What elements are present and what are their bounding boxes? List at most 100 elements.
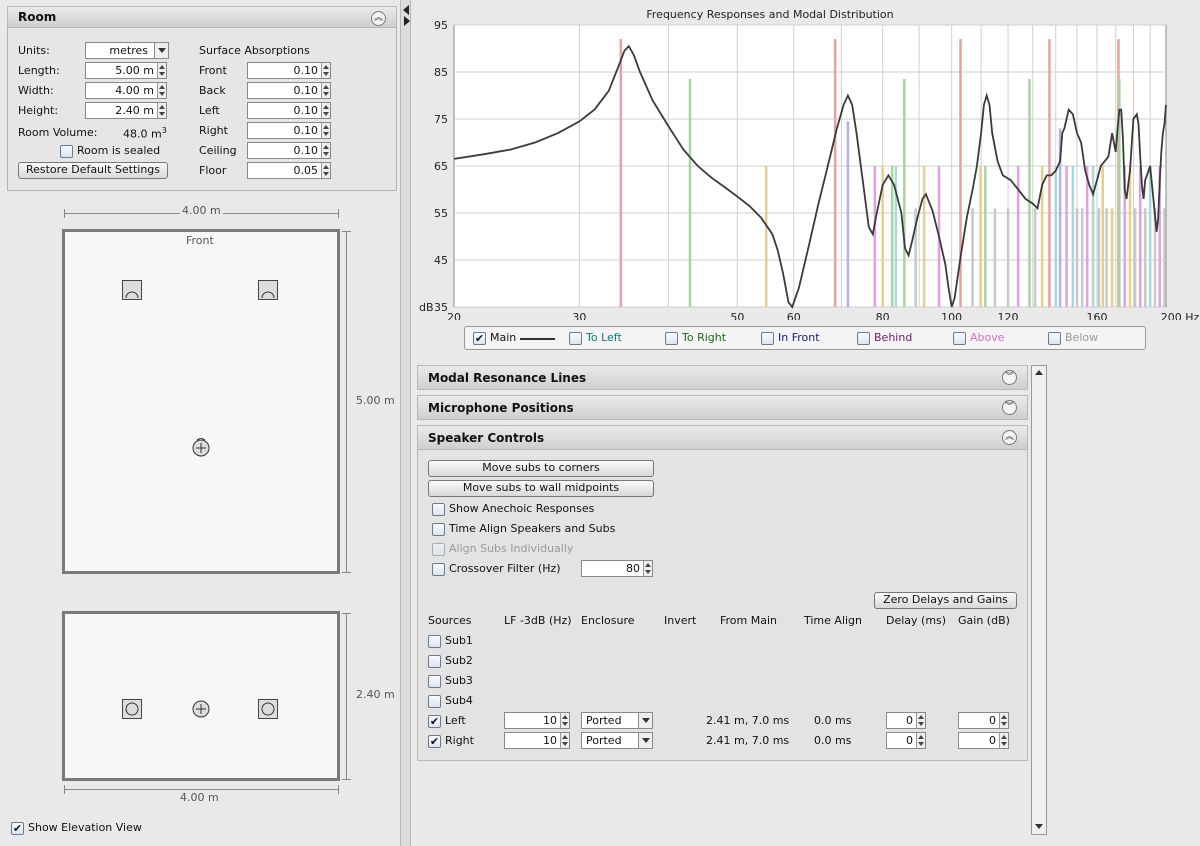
panels-scrollbar[interactable] (1031, 365, 1047, 835)
height-input[interactable]: 2.40 m (85, 102, 167, 119)
absorption-input-back[interactable]: 0.10 (247, 82, 331, 99)
source-right-enclosure-select[interactable]: Ported (581, 732, 653, 749)
absorption-input-floor[interactable]: 0.05 (247, 162, 331, 179)
source-left-checkbox[interactable]: ✔ (428, 715, 441, 728)
crossover-checkbox[interactable] (432, 563, 445, 576)
source-left-gain-input[interactable]: 0 (958, 712, 1009, 729)
time-align-checkbox[interactable] (432, 523, 445, 536)
right-speaker-elev-icon[interactable] (258, 699, 278, 719)
legend-below-checkbox[interactable] (1048, 332, 1061, 345)
plan-width-dim: 4.00 m (180, 204, 223, 217)
show-elevation-label: Show Elevation View (28, 821, 142, 834)
restore-defaults-button[interactable]: Restore Default Settings (18, 162, 168, 179)
listener-plan-icon[interactable] (191, 437, 211, 458)
source-sub3-label: Sub3 (445, 674, 473, 687)
source-left-lf-input[interactable]: 10 (504, 712, 570, 729)
absorption-stepper-icon[interactable] (321, 63, 330, 78)
zero-delays-gains-button[interactable]: Zero Delays and Gains (874, 592, 1017, 609)
show-elevation-checkbox[interactable]: ✔ (11, 822, 24, 835)
source-right-checkbox[interactable]: ✔ (428, 735, 441, 748)
splitter-collapse-left-icon[interactable] (403, 5, 409, 15)
speaker-controls-panel-header[interactable]: Speaker Controls (417, 425, 1028, 450)
absorption-stepper-icon[interactable] (321, 163, 330, 178)
chevron-down-icon[interactable] (638, 713, 652, 728)
legend-above-checkbox[interactable] (953, 332, 966, 345)
source-sub1-checkbox[interactable] (428, 635, 441, 648)
absorption-label-floor: Floor (199, 164, 227, 177)
legend-main-checkbox[interactable]: ✔ (473, 332, 486, 345)
x-tick-label: 160 (1087, 311, 1108, 320)
chevron-down-icon[interactable] (154, 43, 168, 58)
plan-length-dim-tick-bottom (342, 572, 351, 573)
absorption-input-left[interactable]: 0.10 (247, 102, 331, 119)
source-sub3-checkbox[interactable] (428, 675, 441, 688)
width-value: 4.00 m (115, 84, 154, 97)
legend-to-left-checkbox[interactable] (569, 332, 582, 345)
lf-stepper-icon[interactable] (560, 713, 569, 728)
absorption-input-ceiling[interactable]: 0.10 (247, 142, 331, 159)
room-collapse-icon[interactable]: ︽ (371, 11, 386, 26)
delay-stepper-icon[interactable] (916, 733, 925, 748)
right-speaker-plan-icon[interactable] (258, 280, 278, 300)
length-label: Length: (18, 64, 60, 77)
chevron-down-icon[interactable] (638, 733, 652, 748)
absorption-stepper-icon[interactable] (321, 103, 330, 118)
source-right-lf-input[interactable]: 10 (504, 732, 570, 749)
room-elevation-view[interactable] (62, 611, 340, 781)
source-left-enclosure-select[interactable]: Ported (581, 712, 653, 729)
y-tick-label: 45 (434, 254, 448, 267)
chart-title: Frequency Responses and Modal Distributi… (646, 8, 893, 21)
absorption-input-right[interactable]: 0.10 (247, 122, 331, 139)
legend-below-label: Below (1065, 331, 1099, 344)
lf-stepper-icon[interactable] (560, 733, 569, 748)
modal-lines-panel-header[interactable]: Modal Resonance Lines (417, 365, 1028, 390)
legend-to-right-checkbox[interactable] (665, 332, 678, 345)
plan-length-dim: 5.00 m (356, 394, 395, 407)
col-header-0: Sources (428, 614, 472, 627)
mic-positions-panel-header[interactable]: Microphone Positions (417, 395, 1028, 420)
absorption-input-front[interactable]: 0.10 (247, 62, 331, 79)
splitter[interactable] (400, 0, 411, 846)
length-input[interactable]: 5.00 m (85, 62, 167, 79)
source-right-time-align: 0.0 ms (814, 734, 852, 747)
show-anechoic-checkbox[interactable] (432, 503, 445, 516)
absorption-stepper-icon[interactable] (321, 123, 330, 138)
frequency-response-chart[interactable]: Frequency Responses and Modal Distributi… (411, 0, 1200, 320)
col-header-3: Invert (664, 614, 697, 627)
room-sealed-checkbox[interactable] (60, 145, 73, 158)
col-header-5: Time Align (804, 614, 863, 627)
scroll-down-icon[interactable] (1035, 824, 1043, 829)
source-right-gain-input[interactable]: 0 (958, 732, 1009, 749)
source-sub4-checkbox[interactable] (428, 695, 441, 708)
gain-stepper-icon[interactable] (999, 733, 1008, 748)
listener-elev-icon[interactable] (191, 699, 211, 719)
crossover-input[interactable]: 80 (581, 560, 653, 577)
left-speaker-plan-icon[interactable] (122, 280, 142, 300)
delay-stepper-icon[interactable] (916, 713, 925, 728)
legend-in-front-checkbox[interactable] (761, 332, 774, 345)
speaker-controls-collapse-icon[interactable]: ︽ (1002, 430, 1017, 445)
width-stepper-icon[interactable] (157, 83, 166, 98)
width-input[interactable]: 4.00 m (85, 82, 167, 99)
source-left-delay-input[interactable]: 0 (886, 712, 926, 729)
height-stepper-icon[interactable] (157, 103, 166, 118)
legend-behind-checkbox[interactable] (857, 332, 870, 345)
room-panel-header[interactable]: Room (7, 6, 397, 28)
modal-lines-expand-icon[interactable]: ︾ (1002, 370, 1017, 385)
source-sub2-checkbox[interactable] (428, 655, 441, 668)
gain-stepper-icon[interactable] (999, 713, 1008, 728)
room-plan-view[interactable] (62, 229, 340, 574)
splitter-expand-right-icon[interactable] (404, 16, 410, 26)
mic-positions-expand-icon[interactable]: ︾ (1002, 400, 1017, 415)
crossover-stepper-icon[interactable] (643, 561, 652, 576)
source-right-delay-input[interactable]: 0 (886, 732, 926, 749)
length-stepper-icon[interactable] (157, 63, 166, 78)
move-subs-corners-button[interactable]: Move subs to corners (428, 460, 654, 477)
units-select[interactable]: metres (85, 42, 169, 59)
scroll-up-icon[interactable] (1035, 370, 1043, 375)
absorption-stepper-icon[interactable] (321, 143, 330, 158)
left-speaker-elev-icon[interactable] (122, 699, 142, 719)
height-value: 2.40 m (115, 104, 154, 117)
absorption-stepper-icon[interactable] (321, 83, 330, 98)
move-subs-midpoints-button[interactable]: Move subs to wall midpoints (428, 480, 654, 497)
